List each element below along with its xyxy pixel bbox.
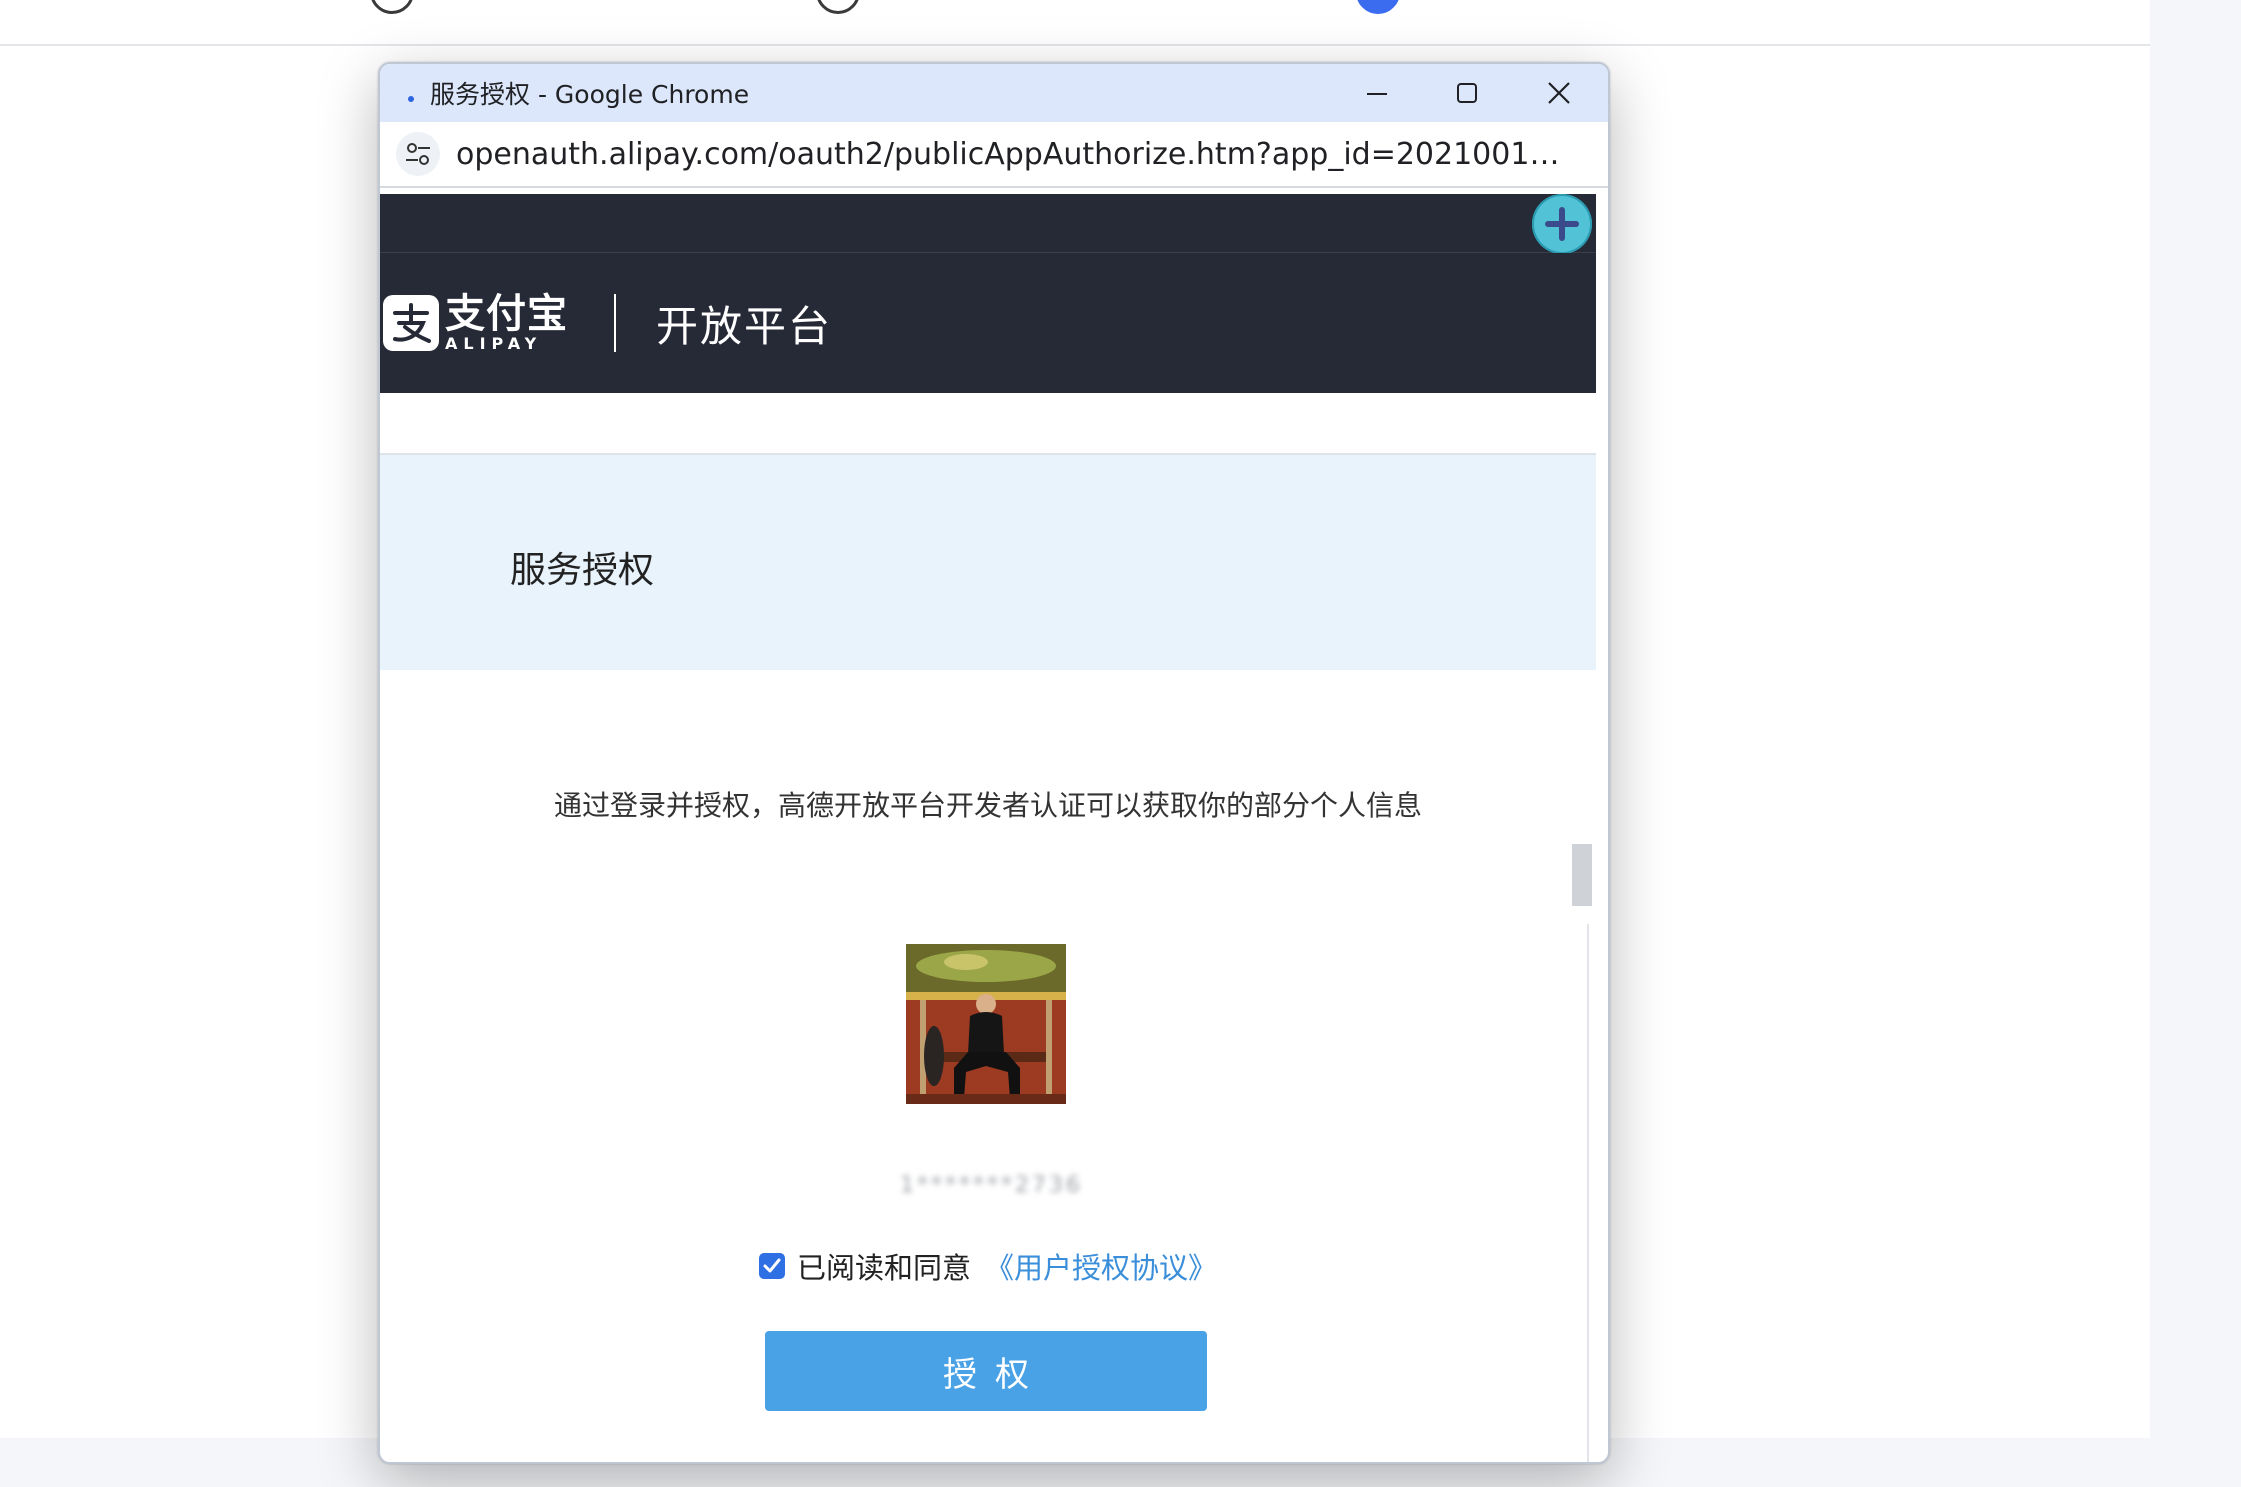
masked-account: 1*******2736: [900, 1173, 1083, 1198]
loading-favicon-icon: [408, 96, 414, 102]
chrome-popup-window: 服务授权 - Google Chrome openauth.alipay.com…: [378, 62, 1610, 1464]
alipay-header: 支付宝 ALIPAY 开放平台: [380, 253, 1596, 393]
close-button[interactable]: [1514, 64, 1604, 122]
tune-icon: [406, 143, 430, 165]
page-content: 支付宝 ALIPAY 开放平台 服务授权 通过登录并授权，高德开放平台开发者认证…: [380, 188, 1596, 1462]
section-title: 服务授权: [510, 550, 655, 591]
url-text[interactable]: openauth.alipay.com/oauth2/publicAppAuth…: [456, 137, 1576, 172]
header-divider: [614, 294, 616, 352]
agree-checkbox[interactable]: [758, 1253, 785, 1279]
minimize-icon: [1367, 93, 1387, 95]
maximize-button[interactable]: [1422, 64, 1512, 122]
agreement-row: 已阅读和同意 《用户授权协议》: [380, 1245, 1596, 1287]
background-divider: [0, 44, 2150, 46]
close-icon: [1548, 82, 1570, 104]
alipay-logo-icon: [383, 295, 439, 351]
logo-cn: 支付宝: [445, 291, 568, 337]
header-product-name[interactable]: 开放平台: [656, 293, 832, 354]
window-titlebar[interactable]: 服务授权 - Google Chrome: [380, 64, 1608, 122]
site-settings-button[interactable]: [396, 132, 440, 176]
avatar-image: [906, 944, 1066, 1104]
section-band: 服务授权: [380, 455, 1596, 670]
alipay-logo-text: 支付宝 ALIPAY: [445, 294, 568, 352]
logo-en: ALIPAY: [445, 334, 543, 353]
plus-button[interactable]: [1532, 194, 1592, 254]
header-gap: [380, 393, 1596, 455]
window-title: 服务授权 - Google Chrome: [430, 80, 750, 109]
minimize-button[interactable]: [1332, 64, 1422, 122]
agree-label: 已阅读和同意: [796, 1251, 971, 1285]
vertical-scrollbar-thumb[interactable]: [1572, 844, 1592, 906]
avatar: [906, 944, 1066, 1104]
vertical-scrollbar-track[interactable]: [1587, 924, 1589, 1462]
user-agreement-link[interactable]: 《用户授权协议》: [985, 1245, 1217, 1287]
address-bar: openauth.alipay.com/oauth2/publicAppAuth…: [380, 122, 1608, 188]
authorization-description: 通过登录并授权，高德开放平台开发者认证可以获取你的部分个人信息: [553, 789, 1422, 822]
checkmark-icon: [763, 1258, 781, 1273]
maximize-icon: [1457, 83, 1477, 103]
plus-icon: [1545, 207, 1579, 241]
authorize-button[interactable]: 授权: [765, 1331, 1207, 1411]
top-strip: [380, 194, 1596, 253]
alipay-mark-icon: [393, 303, 431, 343]
